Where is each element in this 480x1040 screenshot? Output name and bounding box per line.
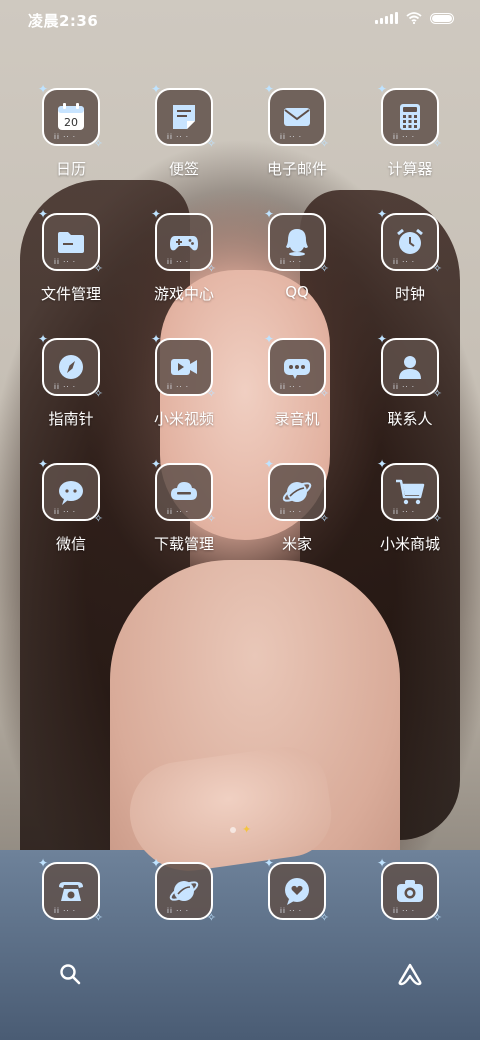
page-dot <box>230 826 236 833</box>
app-download-manager[interactable]: ✦ ii ·· · ✧ 下载管理 <box>134 457 234 583</box>
app-label: QQ <box>285 283 309 301</box>
app-tile: ✦ ii ·· · ✧ <box>151 82 216 150</box>
app-label: 小米视频 <box>153 410 214 428</box>
app-contacts[interactable]: ✦ ii ·· · ✧ 联系人 <box>360 332 460 458</box>
app-game-center[interactable]: ✦ ii ·· · ✧ 游戏中心 <box>134 207 234 333</box>
app-label: 日历 <box>55 160 86 178</box>
planet-icon <box>282 482 312 502</box>
app-mi-store[interactable]: ✦ ii ·· · ✧ 小米商城 <box>360 457 460 583</box>
app-tile: ✦ ii ·· · ✧ <box>264 457 329 525</box>
message-icon <box>285 878 309 905</box>
video-icon <box>171 359 197 375</box>
app-tile: ✦ ii ·· · ✧ <box>377 332 442 400</box>
app-label: 电子邮件 <box>266 160 327 178</box>
bottom-nav <box>0 948 480 1008</box>
recorder-icon <box>284 359 310 379</box>
app-file-manager[interactable]: ✦ ii ·· · ✧ 文件管理 <box>21 207 121 333</box>
app-tile: ✦ ii ·· · ✧ <box>38 207 103 275</box>
app-compass[interactable]: ✦ ii ·· · ✧ 指南针 <box>21 332 121 458</box>
assistant-icon <box>398 963 422 986</box>
alarm-clock-icon <box>397 228 423 254</box>
app-label: 微信 <box>55 535 86 553</box>
app-label: 下载管理 <box>153 535 214 553</box>
app-tile: ✦ ii ·· · ✧ <box>38 457 103 525</box>
app-label: 计算器 <box>387 160 433 178</box>
app-tile: ✦ ii ·· · ✧ <box>151 207 216 275</box>
app-tile: ✦ ii ·· · ✧ <box>377 457 442 525</box>
app-label: 文件管理 <box>40 285 101 303</box>
folder-icon <box>58 232 84 253</box>
app-calendar[interactable]: ✦ 20 ii ·· · ✧ 日历 <box>21 82 121 208</box>
status-bar: 凌晨2:36 <box>0 0 480 38</box>
app-label: 联系人 <box>387 410 433 428</box>
search-icon <box>60 964 81 985</box>
wifi-icon <box>406 12 422 24</box>
app-tile: ✦ ii ·· · ✧ <box>264 332 329 400</box>
app-calculator[interactable]: ✦ ii ·· · ✧ 计算器 <box>360 82 460 208</box>
app-clock[interactable]: ✦ ii ·· · ✧ 时钟 <box>360 207 460 333</box>
app-label: 米家 <box>281 535 312 553</box>
mail-icon <box>284 108 310 126</box>
app-qq[interactable]: ✦ ii ·· · ✧ QQ <box>247 207 347 333</box>
status-time: 凌晨2:36 <box>28 12 99 30</box>
app-notes[interactable]: ✦ ii ·· · ✧ 便签 <box>134 82 234 208</box>
app-mijia[interactable]: ✦ ii ·· · ✧ 米家 <box>247 457 347 583</box>
app-tile: ✦ ii ·· · ✧ <box>377 856 442 924</box>
app-label: 便签 <box>168 160 199 178</box>
app-mi-video[interactable]: ✦ ii ·· · ✧ 小米视频 <box>134 332 234 458</box>
battery-icon <box>430 12 454 24</box>
wechat-icon <box>59 481 83 505</box>
app-tile: ✦ ii ·· · ✧ <box>264 856 329 924</box>
calendar-icon: 20 <box>58 103 84 130</box>
notes-icon <box>173 105 195 129</box>
compass-icon <box>59 355 83 379</box>
search-button[interactable] <box>50 954 90 994</box>
contact-icon <box>399 356 421 379</box>
home-screen: 凌晨2:36 ✦ 20 ii ·· · ✧ 日历 ✦ ii ·· · ✧ 便签 … <box>0 0 480 1040</box>
app-tile: ✦ ii ·· · ✧ <box>151 332 216 400</box>
phone-icon <box>59 882 83 901</box>
app-label: 时钟 <box>394 285 425 303</box>
cart-icon <box>396 479 425 505</box>
app-tile: ✦ ii ·· · ✧ <box>377 82 442 150</box>
app-label: 小米商城 <box>379 535 440 553</box>
app-tile: ✦ 20 ii ·· · ✧ <box>38 82 103 150</box>
app-label: 游戏中心 <box>153 285 214 303</box>
app-tile: ✦ ii ·· · ✧ <box>264 82 329 150</box>
gamepad-icon <box>170 236 198 251</box>
current-page-sparkle-icon: ✦ <box>242 823 252 836</box>
app-tile: ✦ ii ·· · ✧ <box>264 207 329 275</box>
assistant-button[interactable] <box>390 954 430 994</box>
page-indicator[interactable]: ✦ <box>230 824 251 835</box>
browser-icon <box>169 881 199 901</box>
status-icons <box>375 12 454 24</box>
app-tile: ✦ ii ·· · ✧ <box>38 856 103 924</box>
calculator-icon <box>400 104 420 130</box>
app-tile: ✦ ii ·· · ✧ <box>151 457 216 525</box>
app-tile: ✦ ii ·· · ✧ <box>38 332 103 400</box>
qq-icon <box>286 229 308 256</box>
app-wechat[interactable]: ✦ ii ·· · ✧ 微信 <box>21 457 121 583</box>
svg-text:20: 20 <box>64 116 78 129</box>
camera-icon <box>397 880 423 902</box>
app-recorder[interactable]: ✦ ii ·· · ✧ 录音机 <box>247 332 347 458</box>
app-email[interactable]: ✦ ii ·· · ✧ 电子邮件 <box>247 82 347 208</box>
app-label: 录音机 <box>274 410 320 428</box>
download-icon <box>171 482 197 500</box>
signal-icon <box>375 12 398 24</box>
app-label: 指南针 <box>48 410 94 428</box>
app-tile: ✦ ii ·· · ✧ <box>377 207 442 275</box>
app-tile: ✦ ii ·· · ✧ <box>151 856 216 924</box>
